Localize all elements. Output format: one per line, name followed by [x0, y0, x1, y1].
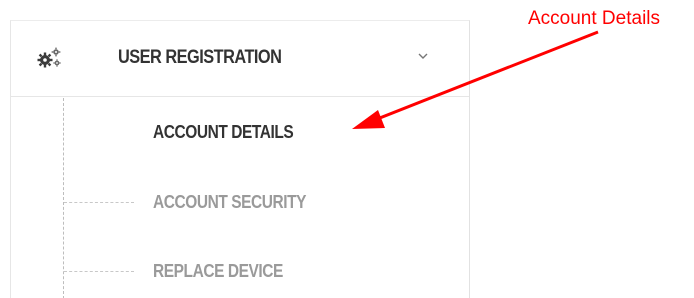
user-registration-label: USER REGISTRATION [118, 47, 282, 68]
submenu-item-account-security[interactable]: ACCOUNT SECURITY [153, 192, 307, 213]
submenu-item-account-details[interactable]: ACCOUNT DETAILS [153, 122, 294, 143]
annotation-label: Account Details [528, 8, 661, 29]
tree-connector-line [63, 98, 64, 298]
screenshot-stage: USER REGISTRATION ACCOUNT DETAILS ACCOUN… [0, 0, 694, 298]
user-registration-menu-header[interactable]: USER REGISTRATION [11, 21, 469, 97]
tree-branch-replace-device [64, 271, 134, 272]
sidebar-nav: USER REGISTRATION ACCOUNT DETAILS ACCOUN… [10, 20, 470, 298]
submenu-item-replace-device[interactable]: REPLACE DEVICE [153, 261, 283, 282]
gears-icon [37, 47, 61, 68]
tree-branch-account-security [64, 202, 134, 203]
chevron-down-icon[interactable] [417, 51, 429, 61]
